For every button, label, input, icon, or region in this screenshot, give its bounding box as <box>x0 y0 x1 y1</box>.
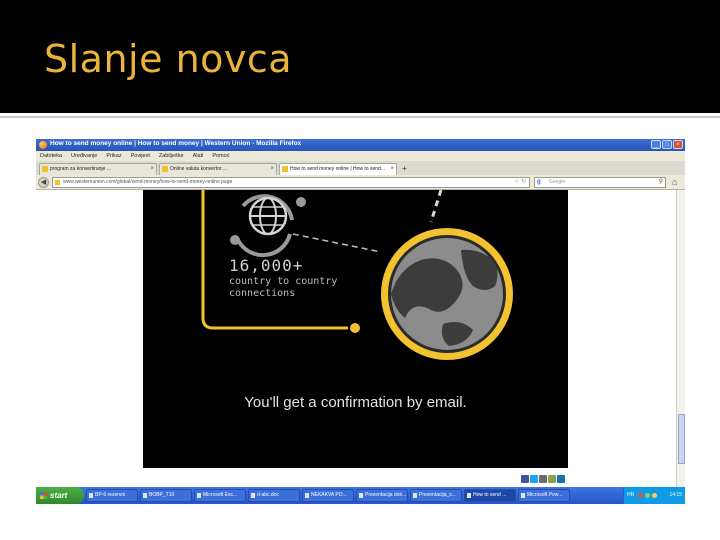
taskbar-task[interactable]: d-abc.doc <box>248 489 300 502</box>
favicon-icon <box>282 166 288 172</box>
firefox-icon <box>39 141 47 149</box>
email-icon[interactable] <box>548 475 556 483</box>
tab-label: program za konvertiranje ... <box>50 166 111 172</box>
twitter-icon[interactable] <box>530 475 538 483</box>
taskbar-task[interactable]: NEKAKVA PO... <box>302 489 354 502</box>
dashed-connector <box>292 233 382 253</box>
tab-close-icon[interactable]: × <box>150 165 154 174</box>
header-divider <box>0 116 720 118</box>
system-tray: HR 14:15 <box>623 487 685 504</box>
tab-close-icon[interactable]: × <box>270 165 274 174</box>
close-button[interactable]: × <box>673 140 683 149</box>
menu-view[interactable]: Prikaz <box>106 151 121 161</box>
start-label: start <box>50 491 68 500</box>
browser-tab-active[interactable]: How to send money online | How to send..… <box>279 163 397 175</box>
back-arrow-icon[interactable]: ◀ <box>38 177 49 188</box>
taskbar-tasks: BP-6 rezervni BOBP_T10 Microsoft Exc... … <box>86 489 570 502</box>
taskbar-task[interactable]: BP-6 rezervni <box>86 489 138 502</box>
browser-tab[interactable]: Online valuta konvertor ... × <box>159 163 277 175</box>
slide-header: Slanje novca <box>0 0 720 113</box>
site-favicon-icon <box>55 180 60 185</box>
dashed-path-top <box>429 190 443 223</box>
video-illustration <box>201 190 513 360</box>
tab-label: How to send money online | How to send..… <box>290 166 385 172</box>
windows-flag-icon <box>40 492 47 499</box>
menu-tools[interactable]: Alati <box>193 151 204 161</box>
menu-bookmarks[interactable]: Zabilješke <box>159 151 184 161</box>
tab-close-icon[interactable]: × <box>390 165 394 174</box>
tray-antivirus-icon[interactable] <box>638 493 643 498</box>
search-icon[interactable]: ⚲ <box>659 178 663 187</box>
window-titlebar: How to send money online | How to send m… <box>36 139 685 151</box>
window-controls: _ □ × <box>651 140 683 149</box>
menu-file[interactable]: Datoteka <box>40 151 62 161</box>
language-indicator[interactable]: HR <box>627 487 634 504</box>
network-globe-icon <box>230 194 306 258</box>
navigation-bar: ◀ www.westernunion.com/global/send-money… <box>36 175 685 190</box>
path-endpoint-dot <box>350 323 360 333</box>
tray-volume-icon[interactable] <box>652 493 657 498</box>
video-player[interactable]: 16,000+ country to country connections Y… <box>143 190 568 468</box>
linkedin-icon[interactable] <box>557 475 565 483</box>
taskbar-task[interactable]: Microsoft Exc... <box>194 489 246 502</box>
tab-label: Online valuta konvertor ... <box>170 166 227 172</box>
share-buttons <box>521 475 565 483</box>
googleplus-icon[interactable] <box>539 475 547 483</box>
taskbar-task[interactable]: BOBP_T10 <box>140 489 192 502</box>
page-content: 16,000+ country to country connections Y… <box>36 190 685 487</box>
maximize-button[interactable]: □ <box>662 140 672 149</box>
tab-bar: program za konvertiranje ... × Online va… <box>36 161 685 175</box>
favicon-icon <box>162 166 168 172</box>
taskbar-task[interactable]: Prezentacija_s... <box>410 489 462 502</box>
menu-help[interactable]: Pomoć <box>212 151 229 161</box>
favicon-icon <box>42 166 48 172</box>
url-text: www.westernunion.com/global/send-money/h… <box>63 179 233 185</box>
tray-clock: 14:15 <box>669 492 682 498</box>
menu-bar: Datoteka Uređivanje Prikaz Povijest Zabi… <box>36 151 685 161</box>
search-bar[interactable]: g Google ⚲ <box>534 177 666 188</box>
browser-screenshot: How to send money online | How to send m… <box>36 139 685 504</box>
new-tab-button[interactable]: + <box>399 163 407 175</box>
earth-globe-icon <box>381 228 513 360</box>
home-icon[interactable]: ⌂ <box>672 177 677 188</box>
browser-tab[interactable]: program za konvertiranje ... × <box>39 163 157 175</box>
scrollbar-thumb[interactable] <box>678 414 685 464</box>
facebook-icon[interactable] <box>521 475 529 483</box>
taskbar-task-active[interactable]: How to send ... <box>464 489 516 502</box>
slide-title: Slanje novca <box>44 37 293 81</box>
tray-network-icon[interactable] <box>645 493 650 498</box>
minimize-button[interactable]: _ <box>651 140 661 149</box>
bookmark-star-icon[interactable]: ☆ ↻ <box>514 178 526 187</box>
connections-description: country to country connections <box>229 276 338 299</box>
start-button[interactable]: start <box>36 487 84 504</box>
menu-history[interactable]: Povijest <box>131 151 150 161</box>
windows-taskbar: start BP-6 rezervni BOBP_T10 Microsoft E… <box>36 487 685 504</box>
connections-stat: 16,000+ <box>229 256 304 275</box>
menu-edit[interactable]: Uređivanje <box>71 151 97 161</box>
tray-icons <box>638 493 657 498</box>
taskbar-task[interactable]: Prezentacija dok... <box>356 489 408 502</box>
video-caption: You'll get a confirmation by email. <box>244 394 467 411</box>
search-placeholder: Google <box>549 179 566 185</box>
window-title: How to send money online | How to send m… <box>50 140 302 147</box>
vertical-scrollbar[interactable] <box>676 190 685 487</box>
google-icon[interactable]: g <box>537 178 541 187</box>
url-bar[interactable]: www.westernunion.com/global/send-money/h… <box>52 177 530 188</box>
taskbar-task[interactable]: Microsoft Pow... <box>518 489 570 502</box>
